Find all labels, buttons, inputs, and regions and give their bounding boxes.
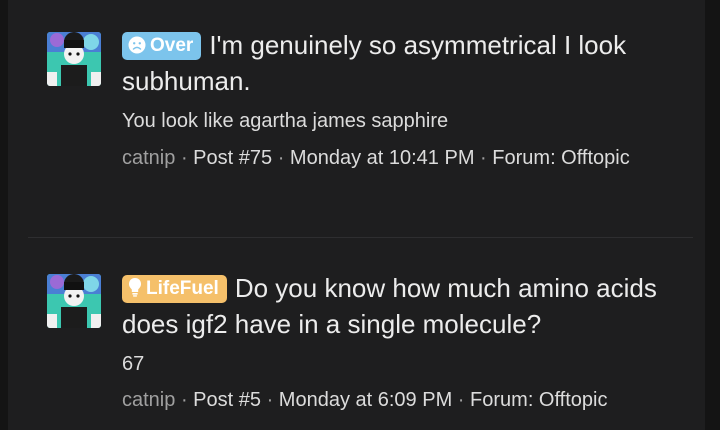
separator: ·	[480, 147, 487, 169]
avatar[interactable]	[47, 274, 101, 328]
avatar[interactable]	[47, 32, 101, 86]
post-datetime: Monday at 10:41 PM	[289, 147, 475, 169]
author-link[interactable]: catnip	[122, 147, 175, 169]
post-number-link[interactable]: Post #75	[193, 147, 272, 169]
result-snippet: You look like agartha james sapphire	[122, 110, 449, 132]
result-snippet: 67	[122, 353, 145, 375]
result-title[interactable]: LifeFuel Do you know how much amino acids…	[122, 270, 682, 342]
search-result-item[interactable]: Over I'm genuinely so asymmetrical I look…	[8, 0, 705, 237]
author-link[interactable]: catnip	[122, 389, 175, 411]
separator: ·	[277, 147, 285, 169]
post-number-link[interactable]: Post #5	[193, 389, 261, 411]
search-results-panel: Over I'm genuinely so asymmetrical I look…	[8, 0, 705, 430]
badge-label: Over	[150, 35, 194, 56]
prefix-badge[interactable]: Over	[122, 32, 202, 63]
separator: ·	[180, 147, 188, 169]
avatar-image	[47, 274, 101, 328]
result-meta: catnip · Post #75 · Monday at 10:41 PM ·…	[122, 143, 642, 173]
badge-label: LifeFuel	[146, 278, 219, 299]
separator: ·	[180, 389, 188, 411]
forum-link[interactable]: Forum: Offtopic	[470, 389, 607, 411]
forum-link[interactable]: Forum: Offtopic	[492, 147, 629, 169]
post-datetime: Monday at 6:09 PM	[278, 389, 453, 411]
result-meta: catnip · Post #5 · Monday at 6:09 PM · F…	[122, 385, 642, 415]
avatar-image	[47, 32, 101, 86]
result-title[interactable]: Over I'm genuinely so asymmetrical I look…	[122, 27, 682, 99]
prefix-badge[interactable]: LifeFuel	[122, 275, 227, 303]
separator: ·	[457, 389, 465, 411]
sad-face-icon	[128, 35, 146, 63]
separator: ·	[266, 389, 274, 411]
search-result-item[interactable]: LifeFuel Do you know how much amino acids…	[8, 238, 705, 430]
lightbulb-icon	[128, 277, 142, 306]
